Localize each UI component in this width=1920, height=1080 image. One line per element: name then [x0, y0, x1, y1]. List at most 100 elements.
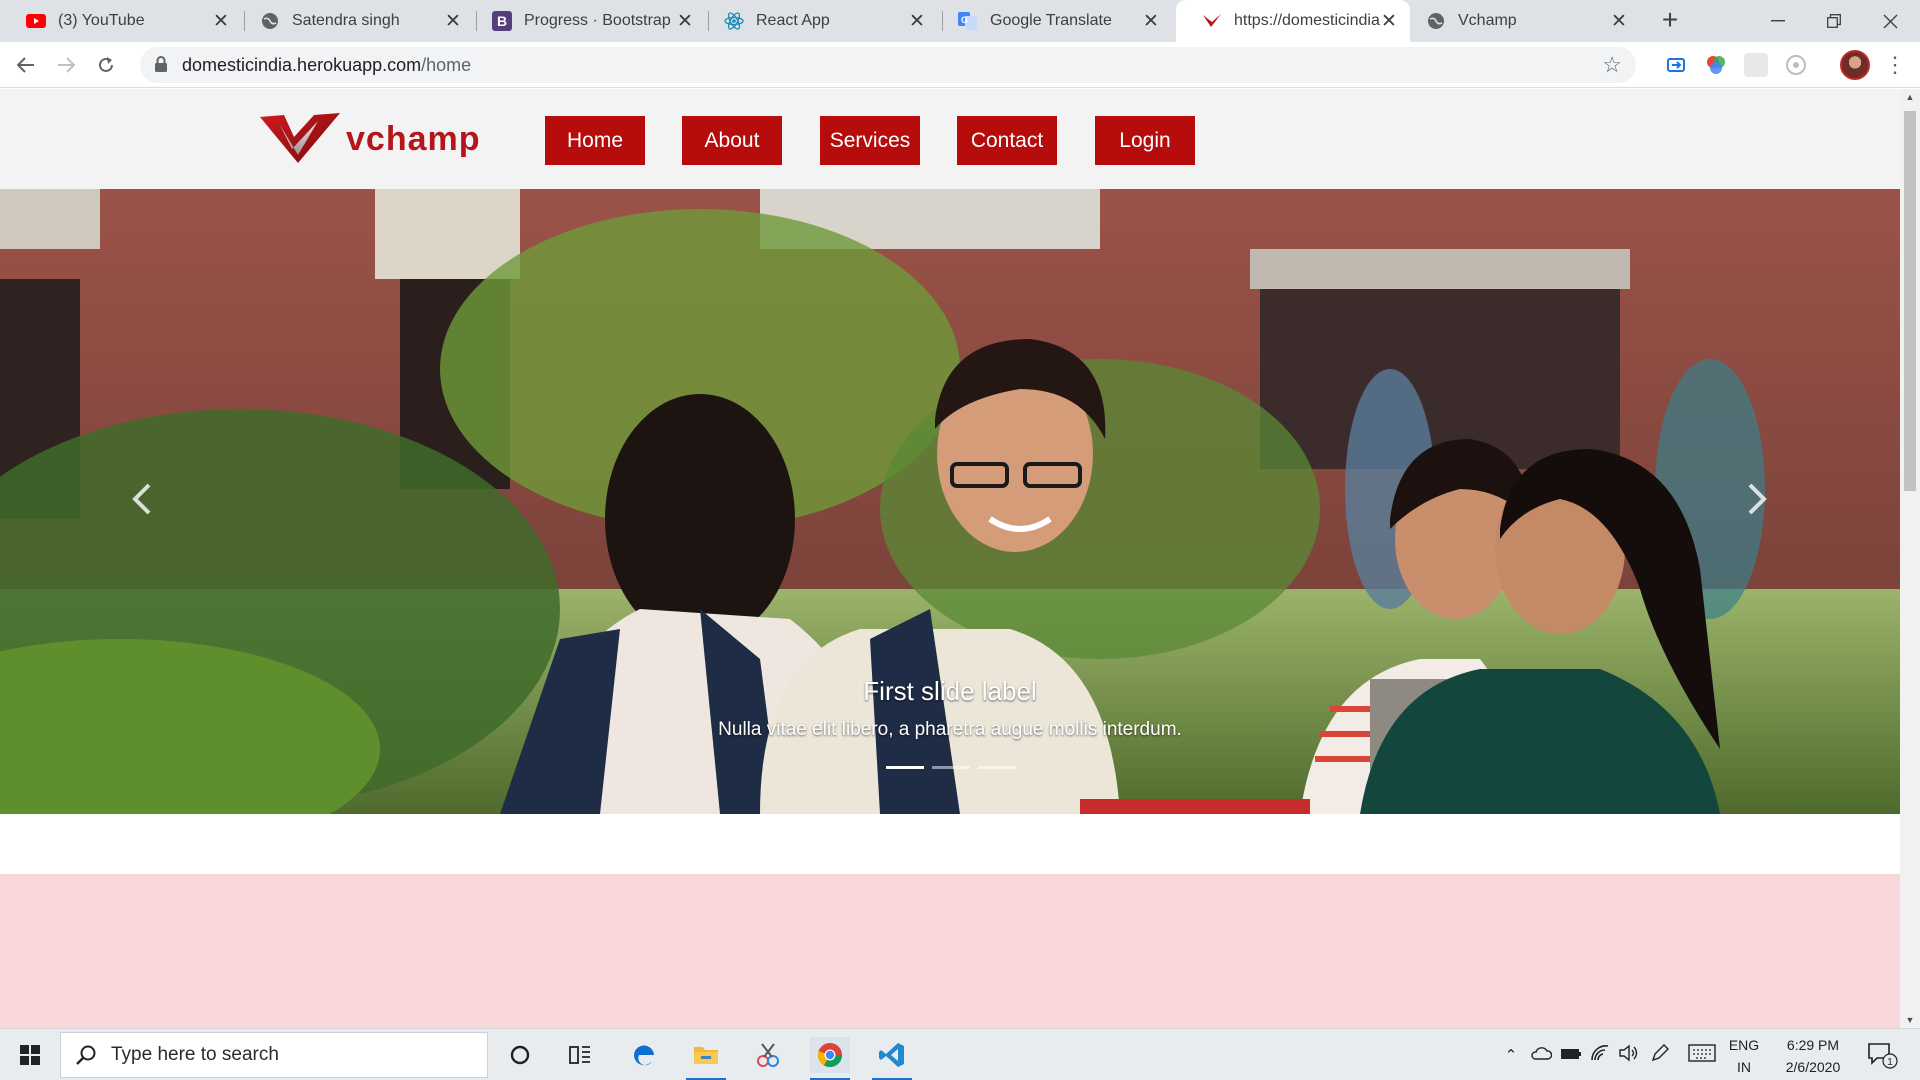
browser-tab-strip: (3) YouTube ✕ Satendra singh ✕ B Progres…: [0, 0, 1920, 42]
react-icon: [724, 11, 744, 31]
page-scrollbar[interactable]: ▲ ▼: [1900, 89, 1920, 1028]
address-bar[interactable]: domesticindia.herokuapp.com/home ☆: [140, 47, 1636, 83]
carousel-indicator-2[interactable]: [932, 766, 970, 769]
volume-icon[interactable]: [1618, 1044, 1640, 1066]
lock-icon: [154, 56, 168, 72]
extension-circle-icon[interactable]: [1784, 53, 1808, 77]
tab-title: React App: [756, 12, 830, 29]
nav-about-button[interactable]: About: [682, 116, 782, 165]
vscode-icon[interactable]: [872, 1037, 912, 1080]
content-band: [0, 874, 1900, 1028]
tab-title: Google Translate: [990, 12, 1112, 29]
carousel-indicator-1[interactable]: [886, 766, 924, 769]
cortana-icon[interactable]: [500, 1037, 540, 1073]
tab-title: https://domesticindia.h: [1234, 12, 1380, 29]
clock-time: 6:29 PM: [1786, 1037, 1840, 1053]
search-icon: [75, 1044, 97, 1066]
profile-avatar[interactable]: [1840, 50, 1870, 80]
tab-vchamp[interactable]: Vchamp ✕: [1400, 0, 1640, 42]
snip-sketch-icon[interactable]: [748, 1037, 788, 1073]
globe-icon: [1426, 11, 1446, 31]
bookmark-star-icon[interactable]: ☆: [1602, 52, 1622, 78]
nav-contact-button[interactable]: Contact: [957, 116, 1057, 165]
onedrive-icon[interactable]: [1530, 1046, 1553, 1064]
url-path: /home: [421, 54, 472, 75]
caption-title: First slide label: [863, 676, 1037, 706]
minimize-button[interactable]: [1750, 0, 1806, 42]
site-logo[interactable]: vchamp: [258, 111, 481, 167]
lang-code: ENG: [1728, 1037, 1760, 1053]
more-menu-icon[interactable]: ⋮: [1884, 52, 1906, 78]
battery-icon[interactable]: [1560, 1047, 1582, 1064]
close-icon[interactable]: ✕: [1380, 10, 1398, 33]
tab-title: (3) YouTube: [58, 12, 145, 29]
scroll-up-arrow-icon[interactable]: ▲: [1900, 89, 1920, 105]
file-explorer-icon[interactable]: [686, 1037, 726, 1080]
chevron-up-icon[interactable]: ⌃: [1500, 1046, 1522, 1064]
svg-text:G: G: [961, 15, 968, 25]
vchamp-logo-mark: [260, 113, 340, 163]
screen: (3) YouTube ✕ Satendra singh ✕ B Progres…: [0, 0, 1920, 1080]
notification-center-icon[interactable]: 1: [1866, 1041, 1898, 1069]
tab-bootstrap[interactable]: B Progress · Bootstrap ✕: [466, 0, 706, 42]
task-view-icon[interactable]: [560, 1037, 600, 1073]
scrollbar-thumb[interactable]: [1904, 111, 1916, 491]
lang-region: IN: [1737, 1059, 1751, 1075]
chrome-icon[interactable]: [810, 1037, 850, 1080]
sync-extension-icon[interactable]: [1664, 53, 1688, 77]
site-navbar: vchamp Home About Services Contact Login: [0, 89, 1900, 189]
close-icon[interactable]: ✕: [1142, 10, 1160, 33]
globe-icon: [260, 11, 280, 31]
logo-wordmark: vchamp: [346, 119, 481, 158]
pen-icon[interactable]: [1650, 1043, 1670, 1067]
close-icon[interactable]: ✕: [1610, 10, 1628, 33]
keyboard-icon[interactable]: [1688, 1044, 1716, 1066]
close-icon[interactable]: ✕: [676, 10, 694, 33]
close-icon[interactable]: ✕: [908, 10, 926, 33]
carousel-indicator-3[interactable]: [978, 766, 1016, 769]
search-placeholder: Type here to search: [111, 1044, 279, 1065]
close-icon[interactable]: ✕: [444, 10, 462, 33]
wifi-icon[interactable]: [1590, 1044, 1610, 1066]
nav-services-button[interactable]: Services: [820, 116, 920, 165]
back-arrow-icon[interactable]: [10, 49, 42, 81]
nav-home-button[interactable]: Home: [545, 116, 645, 165]
extension-placeholder-icon[interactable]: [1744, 53, 1768, 77]
carousel-indicators: [886, 766, 1016, 769]
input-language[interactable]: ENG IN: [1724, 1034, 1764, 1078]
nav-login-button[interactable]: Login: [1095, 116, 1195, 165]
clock-date: 2/6/2020: [1785, 1059, 1841, 1075]
caption-text: Nulla vitae elit libero, a pharetra augu…: [718, 719, 1182, 740]
carousel-next-button[interactable]: [1727, 469, 1787, 529]
youtube-icon: [26, 11, 46, 31]
page-viewport: vchamp Home About Services Contact Login: [0, 89, 1920, 1028]
tab-domesticindia[interactable]: https://domesticindia.h ✕: [1176, 0, 1410, 42]
tab-youtube[interactable]: (3) YouTube ✕: [0, 0, 242, 42]
close-icon[interactable]: ✕: [212, 10, 230, 33]
vchamp-favicon: [1202, 11, 1222, 31]
edge-browser-icon[interactable]: [624, 1037, 664, 1073]
new-tab-button[interactable]: +: [1656, 6, 1684, 35]
windows-start-icon[interactable]: [8, 1037, 52, 1073]
tab-google-translate[interactable]: G Google Translate ✕: [932, 0, 1172, 42]
clock[interactable]: 6:29 PM 2/6/2020: [1776, 1034, 1850, 1078]
tab-title: Vchamp: [1458, 12, 1517, 29]
taskbar-search-box[interactable]: Type here to search: [60, 1032, 488, 1078]
browser-toolbar: domesticindia.herokuapp.com/home ☆ ⋮: [0, 42, 1920, 88]
tab-react-app[interactable]: React App ✕: [698, 0, 938, 42]
bootstrap-icon: B: [492, 11, 512, 31]
carousel-prev-button[interactable]: [112, 469, 172, 529]
windows-taskbar: Type here to search ⌃ ENG IN 6:29 PM 2/6…: [0, 1028, 1920, 1080]
tab-title: Satendra singh: [292, 12, 400, 29]
color-picker-extension-icon[interactable]: [1704, 53, 1728, 77]
notification-count: 1: [1887, 1057, 1893, 1068]
reload-icon[interactable]: [90, 49, 122, 81]
url-host: domesticindia.herokuapp.com: [182, 54, 422, 75]
tab-title: Progress · Bootstrap: [524, 12, 671, 29]
translate-icon: G: [958, 11, 978, 31]
forward-arrow-icon[interactable]: [50, 49, 82, 81]
scroll-down-arrow-icon[interactable]: ▼: [1900, 1012, 1920, 1028]
tab-satendra[interactable]: Satendra singh ✕: [234, 0, 474, 42]
restore-button[interactable]: [1806, 0, 1862, 42]
close-window-button[interactable]: [1862, 0, 1918, 42]
